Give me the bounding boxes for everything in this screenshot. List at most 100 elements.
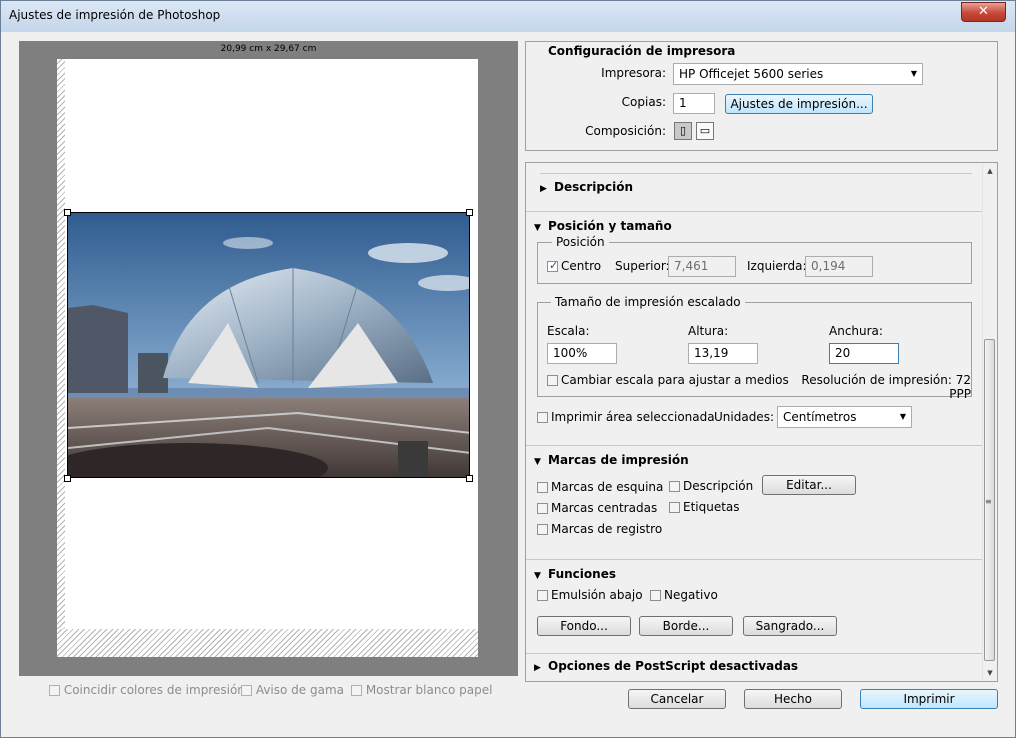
show-paper-white-label: Mostrar blanco papel: [365, 683, 493, 697]
resize-handle-bottom-left[interactable]: [64, 475, 71, 482]
print-selected-area-option[interactable]: Imprimir área seleccionada: [537, 410, 715, 424]
description-mark-checkbox[interactable]: [669, 481, 680, 492]
background-button[interactable]: Fondo...: [537, 616, 631, 636]
fit-media-label: Cambiar escala para ajustar a medios: [561, 373, 789, 387]
print-selected-area-checkbox[interactable]: [537, 412, 548, 423]
print-button[interactable]: Imprimir: [860, 689, 998, 709]
done-button[interactable]: Hecho: [744, 689, 842, 709]
preview-options: Coincidir colores de impresión Aviso de …: [49, 683, 509, 701]
position-size-section-header[interactable]: ▼ Posición y tamaño: [534, 219, 672, 233]
units-select[interactable]: Centímetros ▼: [777, 406, 912, 428]
composition-label: Composición:: [585, 124, 666, 138]
divider: [526, 653, 984, 654]
close-button[interactable]: ✕: [961, 2, 1006, 22]
printer-select[interactable]: HP Officejet 5600 series ▼: [673, 63, 923, 85]
gamut-warning-option[interactable]: Aviso de gama: [241, 683, 344, 697]
description-mark-label: Descripción: [683, 479, 754, 493]
description-mark-option[interactable]: Descripción: [669, 479, 753, 493]
position-size-section-title: Posición y tamaño: [548, 219, 672, 233]
top-input[interactable]: 7,461: [668, 256, 736, 277]
center-label: Centro: [561, 259, 602, 273]
scaled-size-legend: Tamaño de impresión escalado: [551, 295, 745, 309]
printer-config-title: Configuración de impresora: [548, 44, 736, 58]
scaled-size-fieldset: Tamaño de impresión escalado Escala: 100…: [537, 295, 972, 401]
labels-mark-checkbox[interactable]: [669, 502, 680, 513]
scroll-grip-icon: ≡: [985, 497, 992, 506]
gamut-warning-checkbox[interactable]: [241, 685, 252, 696]
width-input[interactable]: 20: [829, 343, 899, 364]
copies-input[interactable]: 1: [673, 93, 715, 114]
divider: [526, 559, 984, 560]
print-marks-section-header[interactable]: ▼ Marcas de impresión: [534, 453, 689, 467]
negative-option[interactable]: Negativo: [650, 588, 718, 602]
center-checkbox[interactable]: [547, 261, 558, 272]
top-label: Superior:: [615, 259, 670, 273]
position-fieldset: Posición Centro Superior: 7,461 Izquierd…: [537, 235, 972, 284]
title-bar: Ajustes de impresión de Photoshop ✕: [1, 1, 1015, 32]
match-print-colors-label: Coincidir colores de impresión: [63, 683, 245, 697]
emulsion-down-label: Emulsión abajo: [551, 588, 643, 602]
fit-media-checkbox[interactable]: [547, 375, 558, 386]
expand-icon: ▶: [534, 663, 541, 673]
copies-label: Copias:: [621, 95, 666, 109]
margin-hatch-bottom: [57, 629, 478, 657]
landscape-orientation-icon[interactable]: ▭: [696, 122, 714, 140]
match-print-colors-checkbox[interactable]: [49, 685, 60, 696]
edit-button[interactable]: Editar...: [762, 475, 856, 495]
scroll-down-icon[interactable]: ▼: [983, 665, 997, 681]
chevron-down-icon: ▼: [899, 412, 906, 421]
scale-label: Escala:: [547, 324, 590, 338]
registration-marks-checkbox[interactable]: [537, 524, 548, 535]
center-marks-option[interactable]: Marcas centradas: [537, 501, 657, 515]
print-preview: 20,99 cm x 29,67 cm: [19, 41, 518, 676]
show-paper-white-checkbox[interactable]: [351, 685, 362, 696]
scale-input[interactable]: 100%: [547, 343, 617, 364]
print-settings-button[interactable]: Ajustes de impresión...: [725, 94, 873, 114]
divider: [526, 445, 984, 446]
negative-label: Negativo: [664, 588, 718, 602]
emulsion-down-checkbox[interactable]: [537, 590, 548, 601]
height-input[interactable]: 13,19: [688, 343, 758, 364]
collapse-icon: ▼: [534, 457, 541, 467]
corner-marks-checkbox[interactable]: [537, 482, 548, 493]
center-option[interactable]: Centro: [547, 259, 601, 273]
match-print-colors-option[interactable]: Coincidir colores de impresión: [49, 683, 245, 697]
print-settings-dialog: Ajustes de impresión de Photoshop ✕ 20,9…: [0, 0, 1016, 738]
postscript-section-header[interactable]: ▶ Opciones de PostScript desactivadas: [534, 659, 798, 673]
portrait-orientation-icon[interactable]: ▯: [674, 122, 692, 140]
scroll-up-icon[interactable]: ▲: [983, 163, 997, 179]
labels-mark-label: Etiquetas: [683, 500, 740, 514]
resize-handle-top-right[interactable]: [466, 209, 473, 216]
collapse-icon: ▼: [534, 571, 541, 581]
emulsion-down-option[interactable]: Emulsión abajo: [537, 588, 643, 602]
registration-marks-option[interactable]: Marcas de registro: [537, 522, 662, 536]
print-marks-section-title: Marcas de impresión: [548, 453, 689, 467]
registration-marks-label: Marcas de registro: [551, 522, 663, 536]
negative-checkbox[interactable]: [650, 590, 661, 601]
description-section-header[interactable]: ▶ Descripción: [540, 180, 633, 194]
expand-icon: ▶: [540, 184, 547, 194]
image-preview[interactable]: [67, 212, 470, 478]
left-input[interactable]: 0,194: [805, 256, 873, 277]
cancel-button[interactable]: Cancelar: [628, 689, 726, 709]
printer-select-value: HP Officejet 5600 series: [679, 67, 824, 81]
corner-marks-option[interactable]: Marcas de esquina: [537, 480, 663, 494]
show-paper-white-option[interactable]: Mostrar blanco papel: [351, 683, 492, 697]
labels-mark-option[interactable]: Etiquetas: [669, 500, 740, 514]
options-scrollbar[interactable]: ▲ ≡ ▼: [982, 163, 997, 681]
bleed-button[interactable]: Sangrado...: [743, 616, 837, 636]
functions-section-header[interactable]: ▼ Funciones: [534, 567, 616, 581]
border-button[interactable]: Borde...: [639, 616, 733, 636]
center-marks-label: Marcas centradas: [551, 501, 658, 515]
resize-handle-top-left[interactable]: [64, 209, 71, 216]
print-resolution-text: Resolución de impresión: 72 PPP: [801, 373, 971, 401]
resize-handle-bottom-right[interactable]: [466, 475, 473, 482]
options-panel: ▶ Descripción ▼ Posición y tamaño Posición…: [525, 162, 998, 682]
description-section-title: Descripción: [554, 180, 633, 194]
photo-image: [68, 213, 469, 477]
position-legend: Posición: [552, 235, 609, 249]
center-marks-checkbox[interactable]: [537, 503, 548, 514]
fit-media-option[interactable]: Cambiar escala para ajustar a medios: [547, 373, 789, 387]
chevron-down-icon: ▼: [910, 69, 917, 78]
collapse-icon: ▼: [534, 223, 541, 233]
